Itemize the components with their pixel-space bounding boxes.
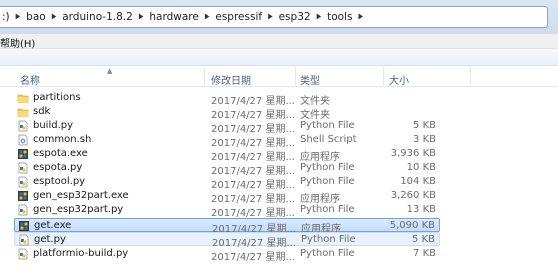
python-file-icon bbox=[18, 176, 28, 188]
breadcrumb-tools[interactable]: tools bbox=[327, 11, 352, 23]
sort-up-icon: ▲ bbox=[107, 67, 113, 75]
breadcrumb-bao[interactable]: bao bbox=[26, 11, 46, 23]
breadcrumb-esp32[interactable]: esp32 bbox=[279, 11, 311, 23]
file-size: 3 KB bbox=[413, 134, 436, 145]
column-name[interactable]: 名称 bbox=[20, 72, 40, 87]
folder-icon bbox=[17, 94, 29, 103]
python-file-icon bbox=[18, 162, 28, 174]
file-name: get.exe bbox=[34, 220, 72, 231]
file-name: common.sh bbox=[33, 134, 92, 145]
chevron-right-icon[interactable]: ▸ bbox=[205, 11, 210, 24]
file-row[interactable]: esptool.py 2017/4/27 星期... Python File 1… bbox=[14, 175, 440, 191]
file-name: get.py bbox=[34, 234, 66, 245]
file-row[interactable]: sdk 2017/4/27 星期... 文件夹 bbox=[14, 105, 440, 121]
address-bar[interactable]: :) ▸ bao ▸ arduino-1.8.2 ▸ hardware ▸ es… bbox=[0, 6, 548, 28]
column-type[interactable]: 类型 bbox=[300, 72, 320, 87]
chevron-right-icon[interactable]: ▸ bbox=[268, 11, 273, 24]
column-date[interactable]: 修改日期 bbox=[211, 72, 251, 87]
column-divider[interactable] bbox=[295, 67, 296, 87]
file-size: 3,260 KB bbox=[390, 190, 436, 201]
file-row[interactable]: platformio-build.py 2017/4/27 星期... Pyth… bbox=[14, 247, 440, 263]
file-name: partitions bbox=[33, 92, 81, 103]
exe-file-icon bbox=[18, 149, 28, 159]
file-size: 7 KB bbox=[413, 248, 436, 259]
command-bar bbox=[0, 49, 558, 66]
file-type: Python File bbox=[300, 204, 355, 215]
file-type: Python File bbox=[300, 162, 355, 173]
script-file-icon bbox=[18, 134, 28, 146]
file-type: Shell Script bbox=[300, 134, 357, 145]
file-name: platformio-build.py bbox=[33, 248, 129, 259]
python-file-icon bbox=[18, 248, 28, 260]
breadcrumb-arduino[interactable]: arduino-1.8.2 bbox=[62, 11, 133, 23]
file-type: Python File bbox=[300, 176, 355, 187]
folder-icon bbox=[17, 108, 29, 117]
file-size: 13 KB bbox=[406, 204, 436, 215]
menu-bar: 帮助(H) bbox=[0, 34, 558, 50]
chevron-right-icon[interactable]: ▸ bbox=[317, 11, 322, 24]
file-size: 5,090 KB bbox=[389, 220, 435, 231]
python-file-icon bbox=[18, 204, 28, 216]
chevron-right-icon[interactable]: ▸ bbox=[358, 11, 363, 24]
file-name: gen_esp32part.exe bbox=[33, 190, 129, 201]
file-date: 2017/4/27 星期... bbox=[211, 208, 295, 219]
file-type: Python File bbox=[301, 234, 356, 245]
file-row[interactable]: espota.py 2017/4/27 星期... Python File 10… bbox=[14, 161, 440, 177]
file-name: espota.exe bbox=[33, 148, 88, 159]
file-row[interactable]: gen_esp32part.exe 2017/4/27 星期... 应用程序 3… bbox=[14, 189, 440, 205]
file-size: 3,936 KB bbox=[390, 148, 436, 159]
column-divider[interactable] bbox=[204, 67, 205, 87]
file-row[interactable]: common.sh 2017/4/27 星期... Shell Script 3… bbox=[14, 133, 440, 149]
python-file-icon bbox=[18, 120, 28, 132]
file-row[interactable]: gen_esp32part.py 2017/4/27 星期... Python … bbox=[14, 203, 440, 219]
file-size: 104 KB bbox=[400, 176, 436, 187]
list-bottom-area bbox=[0, 268, 558, 278]
file-name: build.py bbox=[33, 120, 74, 131]
file-name: sdk bbox=[33, 106, 51, 117]
exe-file-icon bbox=[18, 191, 28, 201]
python-file-icon bbox=[19, 234, 29, 246]
breadcrumb-espressif[interactable]: espressif bbox=[215, 11, 262, 23]
file-name: gen_esp32part.py bbox=[33, 204, 124, 215]
file-name: esptool.py bbox=[33, 176, 86, 187]
chevron-right-icon[interactable]: ▸ bbox=[139, 11, 144, 24]
address-bar-area: :) ▸ bao ▸ arduino-1.8.2 ▸ hardware ▸ es… bbox=[0, 0, 558, 34]
column-divider[interactable] bbox=[383, 67, 384, 87]
column-header: ▲ 名称 修改日期 类型 大小 bbox=[0, 67, 558, 87]
file-size: 5 KB bbox=[413, 120, 436, 131]
menu-help[interactable]: 帮助(H) bbox=[0, 35, 35, 50]
file-row-hover[interactable]: get.py 2017/4/27 星期... Python File 5 KB bbox=[14, 232, 440, 249]
file-row[interactable]: build.py 2017/4/27 星期... Python File 5 K… bbox=[14, 119, 440, 135]
column-divider[interactable] bbox=[470, 67, 471, 87]
file-type: Python File bbox=[300, 120, 355, 131]
breadcrumb-drive[interactable]: :) bbox=[2, 11, 10, 23]
file-row[interactable]: partitions 2017/4/27 星期... 文件夹 bbox=[14, 91, 440, 107]
file-row[interactable]: espota.exe 2017/4/27 星期... 应用程序 3,936 KB bbox=[14, 147, 440, 163]
chevron-right-icon[interactable]: ▸ bbox=[52, 11, 57, 24]
file-row-selected[interactable]: get.exe 2017/4/27 星期... 应用程序 5,090 KB bbox=[14, 218, 440, 235]
file-size: 10 KB bbox=[406, 162, 436, 173]
chevron-right-icon[interactable]: ▸ bbox=[16, 11, 21, 24]
breadcrumb-hardware[interactable]: hardware bbox=[149, 11, 198, 23]
file-size: 5 KB bbox=[412, 234, 435, 245]
file-type: Python File bbox=[300, 248, 355, 259]
file-name: espota.py bbox=[33, 162, 83, 173]
column-size[interactable]: 大小 bbox=[389, 72, 409, 87]
exe-file-icon bbox=[19, 221, 29, 231]
file-date: 2017/4/27 星期... bbox=[211, 252, 295, 263]
